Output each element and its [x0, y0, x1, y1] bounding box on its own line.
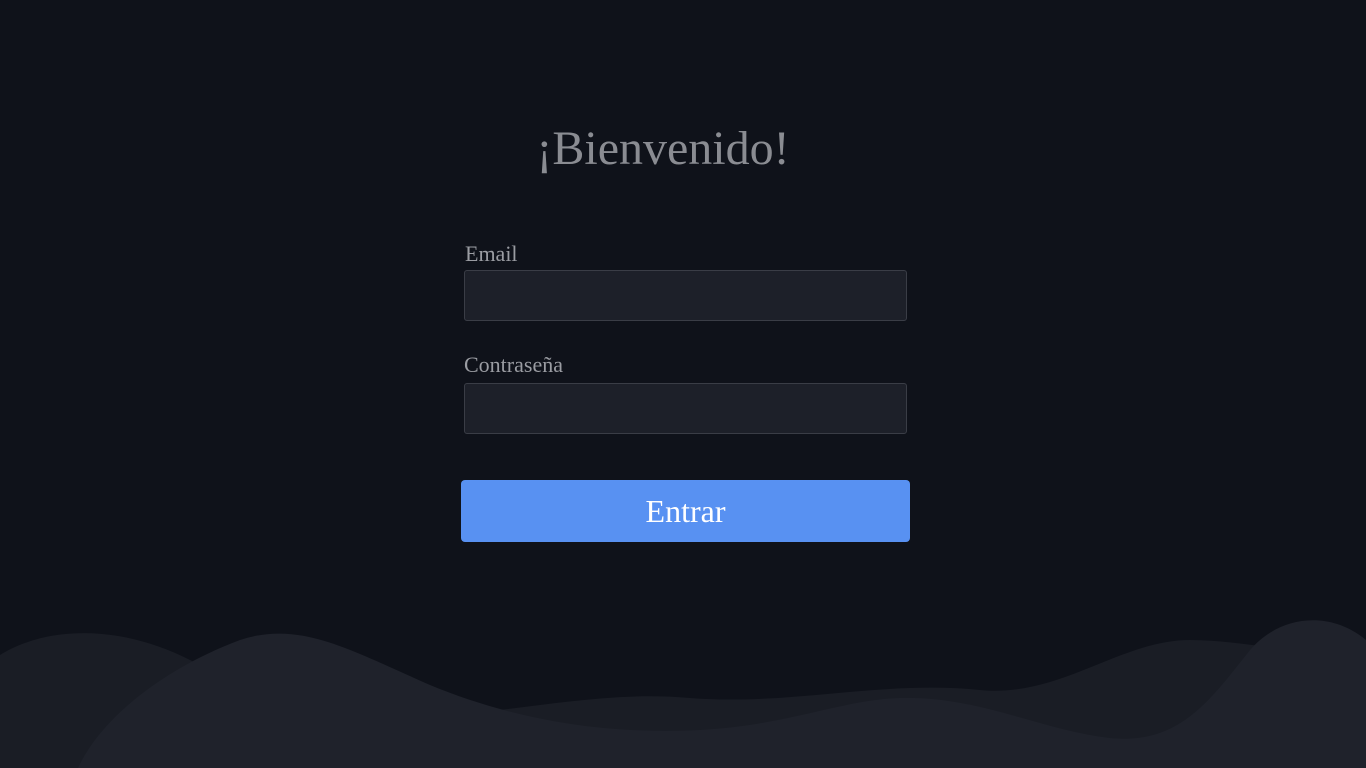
back-wave: [0, 633, 1366, 768]
password-field[interactable]: [464, 383, 907, 434]
front-wave: [78, 620, 1366, 768]
email-field[interactable]: [464, 270, 907, 321]
login-button[interactable]: Entrar: [461, 480, 910, 542]
password-label: Contraseña: [464, 352, 563, 377]
login-page: ¡Bienvenido! Email Contraseña Entrar: [0, 0, 1366, 768]
page-title: ¡Bienvenido!: [536, 122, 790, 175]
email-label: Email: [465, 241, 518, 266]
